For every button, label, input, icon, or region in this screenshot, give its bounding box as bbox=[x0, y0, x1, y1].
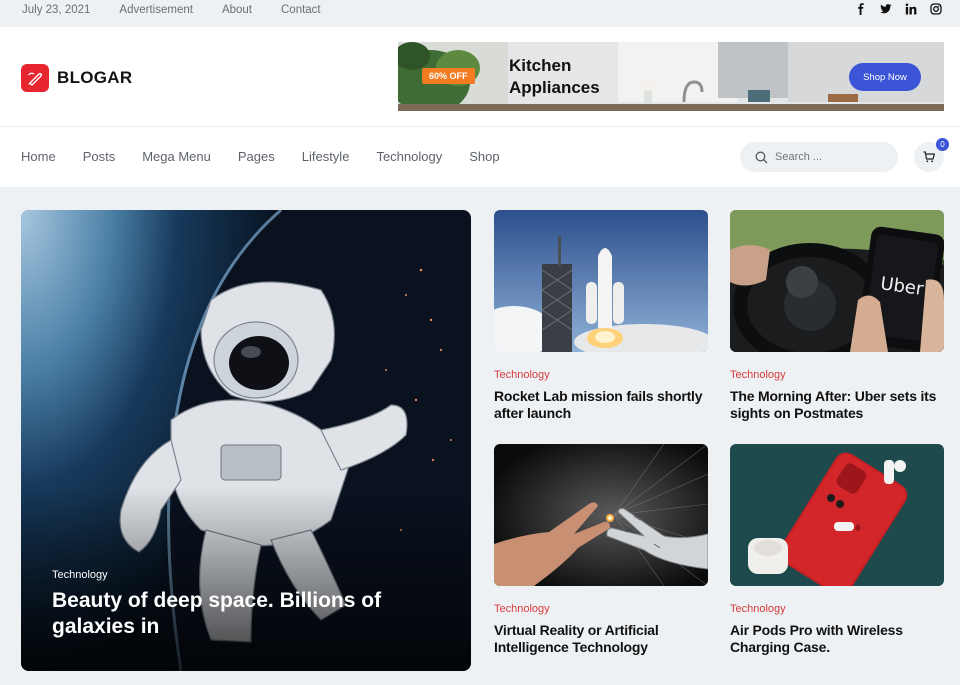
instagram-icon[interactable] bbox=[930, 3, 942, 15]
featured-post[interactable]: Technology Beauty of deep space. Billion… bbox=[21, 210, 471, 671]
search-input[interactable] bbox=[775, 151, 885, 163]
social-links bbox=[855, 3, 942, 15]
link-advertisement[interactable]: Advertisement bbox=[119, 4, 193, 16]
post-category[interactable]: Technology bbox=[494, 603, 708, 615]
ad-title: Kitchen Appliances bbox=[509, 56, 600, 97]
post-title[interactable]: The Morning After: Uber sets its sights … bbox=[730, 388, 944, 422]
nav-item-home[interactable]: Home bbox=[21, 149, 56, 164]
cart-icon bbox=[923, 151, 935, 163]
search-icon bbox=[755, 151, 768, 163]
nav-item-technology[interactable]: Technology bbox=[376, 149, 442, 164]
post-card[interactable]: Uber Technology The Morning After: Uber … bbox=[730, 210, 944, 422]
post-category[interactable]: Technology bbox=[730, 603, 944, 615]
shop-now-button[interactable]: Shop Now bbox=[849, 63, 921, 91]
twitter-icon[interactable] bbox=[880, 3, 892, 15]
nav-item-shop[interactable]: Shop bbox=[469, 149, 499, 164]
post-category[interactable]: Technology bbox=[730, 369, 944, 381]
post-title[interactable]: Air Pods Pro with Wireless Charging Case… bbox=[730, 622, 944, 656]
post-card[interactable]: Technology Rocket Lab mission fails shor… bbox=[494, 210, 708, 422]
post-title[interactable]: Rocket Lab mission fails shortly after l… bbox=[494, 388, 708, 422]
featured-post-title[interactable]: Beauty of deep space. Billions of galaxi… bbox=[52, 588, 432, 640]
nav-item-mega-menu[interactable]: Mega Menu bbox=[142, 149, 211, 164]
advertisement-banner[interactable]: 60% OFF Kitchen Appliances Shop Now bbox=[398, 42, 944, 111]
pen-icon bbox=[21, 64, 49, 92]
top-links: July 23, 2021 Advertisement About Contac… bbox=[22, 4, 321, 16]
human-robot-hands-image bbox=[494, 444, 708, 586]
nav-item-pages[interactable]: Pages bbox=[238, 149, 275, 164]
link-about[interactable]: About bbox=[222, 4, 252, 16]
post-card[interactable]: Technology Virtual Reality or Artificial… bbox=[494, 444, 708, 656]
discount-badge: 60% OFF bbox=[422, 68, 475, 84]
brand-name: BLOGAR bbox=[57, 68, 133, 87]
post-image[interactable] bbox=[494, 210, 708, 352]
post-card[interactable]: Technology Air Pods Pro with Wireless Ch… bbox=[730, 444, 944, 656]
link-contact[interactable]: Contact bbox=[281, 4, 321, 16]
linkedin-icon[interactable] bbox=[905, 3, 917, 15]
cart-count-badge: 0 bbox=[936, 138, 949, 151]
current-date: July 23, 2021 bbox=[22, 4, 91, 16]
site-header: BLOGAR 60% OFF Kitchen Appliances Shop N… bbox=[0, 27, 960, 126]
post-title[interactable]: Virtual Reality or Artificial Intelligen… bbox=[494, 622, 708, 656]
rocket-launch-image bbox=[494, 210, 708, 352]
red-iphone-airpods-image bbox=[730, 444, 944, 586]
post-image[interactable] bbox=[494, 444, 708, 586]
cart-button[interactable]: 0 bbox=[914, 138, 949, 172]
post-category[interactable]: Technology bbox=[494, 369, 708, 381]
search-box bbox=[740, 142, 898, 172]
uber-phone-image: Uber bbox=[730, 210, 944, 352]
nav-item-posts[interactable]: Posts bbox=[83, 149, 116, 164]
post-image[interactable]: Uber bbox=[730, 210, 944, 352]
featured-post-category[interactable]: Technology bbox=[52, 569, 108, 581]
post-image[interactable] bbox=[730, 444, 944, 586]
site-logo[interactable]: BLOGAR bbox=[21, 64, 132, 92]
nav-menu: Home Posts Mega Menu Pages Lifestyle Tec… bbox=[21, 149, 500, 164]
facebook-icon[interactable] bbox=[855, 3, 867, 15]
nav-item-lifestyle[interactable]: Lifestyle bbox=[302, 149, 350, 164]
top-bar: July 23, 2021 Advertisement About Contac… bbox=[0, 0, 960, 27]
main-navigation: Home Posts Mega Menu Pages Lifestyle Tec… bbox=[0, 126, 960, 187]
